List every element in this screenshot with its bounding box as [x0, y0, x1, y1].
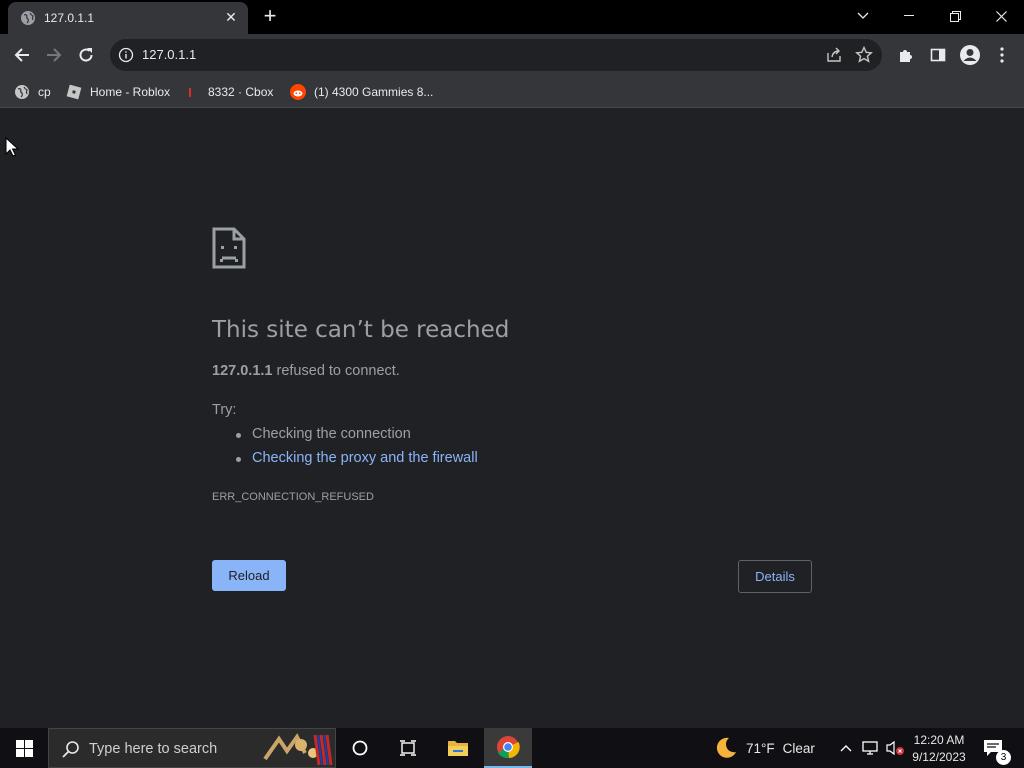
reload-button[interactable]: Reload	[212, 560, 286, 591]
weather-widget[interactable]: 71°F Clear	[714, 728, 815, 768]
menu-icon[interactable]	[988, 41, 1016, 69]
notification-center-button[interactable]: 3	[976, 728, 1016, 768]
tab-title: 127.0.1.1	[44, 11, 95, 25]
error-page: This site can’t be reached 127.0.1.1 ref…	[0, 109, 1024, 728]
browser-toolbar: 127.0.1.1	[0, 34, 1024, 76]
profile-avatar-icon[interactable]	[956, 41, 984, 69]
chrome-icon	[497, 736, 520, 759]
search-highlight-illustration	[263, 733, 333, 766]
address-bar[interactable]: 127.0.1.1	[110, 39, 882, 71]
globe-icon	[21, 11, 35, 25]
reload-icon[interactable]	[72, 41, 100, 69]
cortana-button[interactable]	[336, 728, 384, 768]
bookmark-cbox[interactable]: 8332 · Cbox	[184, 82, 273, 102]
extensions-icon[interactable]	[892, 41, 920, 69]
mouse-cursor-icon	[5, 137, 19, 157]
error-description: 127.0.1.1 refused to connect.	[212, 363, 400, 379]
bookmark-cp[interactable]: cp	[14, 82, 51, 102]
taskbar-search-box[interactable]: Type here to search	[48, 728, 336, 768]
try-label: Try:	[212, 402, 237, 418]
moon-icon	[716, 737, 736, 758]
screen: 127.0.1.1 ✕ + 127.0.1.1 cp Home - Roblox…	[0, 0, 1024, 768]
bookmark-label: 8332 · Cbox	[208, 85, 274, 99]
chevron-up-icon	[840, 745, 852, 752]
notification-count-badge: 3	[996, 750, 1011, 765]
tab-search-icon[interactable]	[840, 0, 886, 32]
suggestion-check-connection: Checking the connection	[236, 426, 411, 442]
bookmark-roblox[interactable]: Home - Roblox	[66, 82, 170, 102]
clock-time: 12:20 AM	[913, 733, 965, 747]
suggestion-check-proxy-link[interactable]: Checking the proxy and the firewall	[236, 450, 478, 466]
roblox-icon	[66, 84, 82, 100]
share-icon[interactable]	[824, 45, 844, 65]
reddit-icon	[290, 84, 306, 100]
side-panel-icon[interactable]	[924, 41, 952, 69]
globe-icon	[15, 85, 29, 99]
weather-condition: Clear	[782, 740, 815, 756]
bookmark-label: (1) 4300 Gammies 8...	[314, 85, 434, 99]
chrome-taskbar-button[interactable]	[484, 728, 532, 768]
bookmark-reddit[interactable]: (1) 4300 Gammies 8...	[290, 82, 433, 102]
tab-close-icon[interactable]: ✕	[222, 8, 240, 26]
search-placeholder: Type here to search	[89, 741, 218, 757]
task-view-icon	[400, 740, 416, 756]
show-hidden-icons-button[interactable]	[836, 728, 856, 768]
restore-button[interactable]	[932, 0, 978, 32]
forward-button[interactable]	[40, 41, 68, 69]
error-message: refused to connect.	[272, 363, 400, 379]
weather-temp: 71°F	[746, 740, 775, 756]
site-info-icon[interactable]	[118, 47, 134, 63]
system-clock[interactable]: 12:20 AM 9/12/2023	[906, 732, 972, 766]
tab-strip: 127.0.1.1 ✕ +	[0, 0, 1024, 34]
search-icon	[62, 741, 79, 758]
new-tab-button[interactable]: +	[259, 5, 281, 28]
taskbar: Type here to search 71°F Clear 12:20 AM …	[0, 728, 1024, 768]
details-button[interactable]: Details	[738, 560, 812, 593]
close-window-button[interactable]	[978, 0, 1024, 32]
file-explorer-button[interactable]	[434, 728, 482, 768]
browser-tab[interactable]: 127.0.1.1 ✕	[8, 2, 248, 34]
folder-icon	[448, 741, 468, 756]
cbox-icon	[189, 88, 191, 97]
bookmark-label: cp	[38, 85, 51, 99]
url-text[interactable]: 127.0.1.1	[142, 47, 196, 62]
error-host: 127.0.1.1	[212, 363, 273, 379]
sad-page-icon	[212, 227, 246, 269]
volume-muted-icon	[886, 740, 904, 756]
back-button[interactable]	[8, 41, 36, 69]
bookmarks-bar: cp Home - Roblox 8332 · Cbox (1) 4300 Ga…	[0, 76, 1024, 108]
cortana-circle-icon	[352, 740, 368, 756]
network-icon	[862, 741, 878, 755]
windows-icon	[15, 739, 33, 757]
bookmark-label: Home - Roblox	[90, 85, 171, 99]
minimize-button[interactable]	[886, 0, 932, 32]
error-title: This site can’t be reached	[212, 317, 510, 343]
start-button[interactable]	[0, 728, 48, 768]
clock-date: 9/12/2023	[912, 750, 966, 764]
volume-button[interactable]	[884, 728, 906, 768]
error-code: ERR_CONNECTION_REFUSED	[212, 491, 374, 503]
bookmark-star-icon[interactable]	[854, 45, 874, 65]
task-view-button[interactable]	[384, 728, 432, 768]
network-button[interactable]	[860, 728, 882, 768]
